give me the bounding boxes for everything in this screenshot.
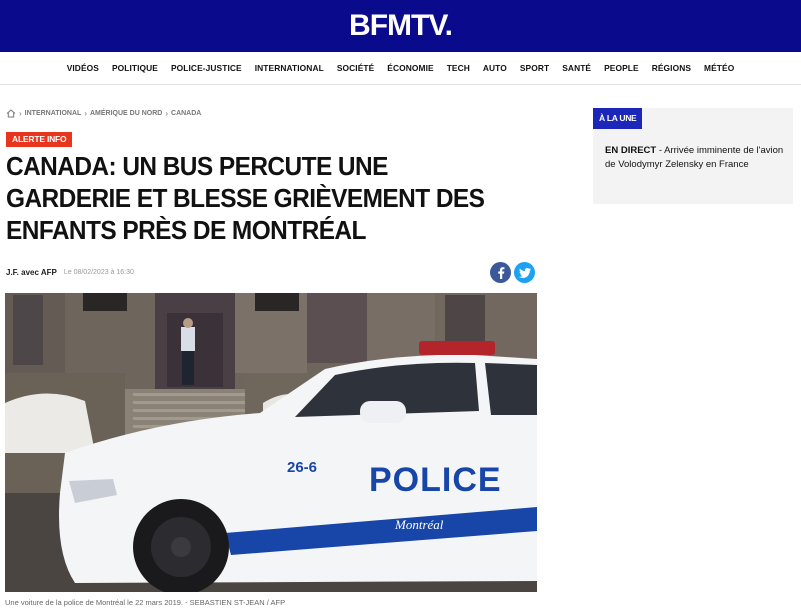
nav-item-people[interactable]: PEOPLE (598, 63, 646, 73)
breadcrumb: › INTERNATIONAL › AMÉRIQUE DU NORD › CAN… (6, 109, 201, 118)
facebook-icon (497, 266, 504, 279)
nav-item-economie[interactable]: ÉCONOMIE (381, 63, 440, 73)
main-nav: VIDÉOS POLITIQUE POLICE-JUSTICE INTERNAT… (0, 52, 801, 85)
facebook-share-button[interactable] (490, 262, 511, 283)
article-byline: J.F. avec AFP Le 08/02/2023 à 16:30 (6, 268, 134, 277)
article-date: Le 08/02/2023 à 16:30 (63, 269, 134, 276)
nav-item-videos[interactable]: VIDÉOS (60, 63, 105, 73)
car-number-text: 26-6 (287, 459, 318, 476)
car-city-text: Montréal (395, 517, 444, 532)
image-caption: Une voiture de la police de Montréal le … (5, 598, 286, 607)
nav-item-sport[interactable]: SPORT (513, 63, 555, 73)
nav-item-meteo[interactable]: MÉTÉO (698, 63, 741, 73)
a-la-une-badge: À LA UNE (593, 108, 643, 129)
site-header: BFMTV. (0, 0, 801, 52)
chevron-right-icon: › (19, 109, 22, 118)
article-author: J.F. avec AFP (6, 268, 57, 277)
home-icon[interactable] (6, 109, 16, 118)
nav-item-politique[interactable]: POLITIQUE (105, 63, 164, 73)
bfmtv-logo[interactable]: BFMTV. (349, 11, 453, 41)
a-la-une-headline[interactable]: EN DIRECT - Arrivée imminente de l'avion… (605, 144, 785, 172)
twitter-share-button[interactable] (514, 262, 535, 283)
alert-info-badge: ALERTE INFO (6, 132, 73, 147)
breadcrumb-item-international[interactable]: INTERNATIONAL (25, 110, 82, 117)
nav-item-sante[interactable]: SANTÉ (556, 63, 598, 73)
car-police-text: POLICE (369, 461, 502, 499)
a-la-une-panel: À LA UNE EN DIRECT - Arrivée imminente d… (593, 108, 793, 204)
nav-item-international[interactable]: INTERNATIONAL (248, 63, 330, 73)
nav-item-tech[interactable]: TECH (440, 63, 476, 73)
article-title: CANADA: UN BUS PERCUTE UNE GARDERIE ET B… (6, 151, 485, 245)
chevron-right-icon: › (165, 109, 169, 118)
nav-item-regions[interactable]: RÉGIONS (645, 63, 697, 73)
nav-item-societe[interactable]: SOCIÉTÉ (330, 63, 380, 73)
chevron-right-icon: › (84, 109, 87, 118)
nav-item-police-justice[interactable]: POLICE-JUSTICE (164, 63, 248, 73)
breadcrumb-item-canada[interactable]: CANADA (171, 110, 201, 117)
breadcrumb-item-amerique-du-nord[interactable]: AMÉRIQUE DU NORD (90, 110, 162, 117)
headline-live-prefix: EN DIRECT (605, 145, 657, 156)
article-image[interactable]: 26-6 POLICE Montréal (5, 293, 537, 592)
nav-item-auto[interactable]: AUTO (476, 63, 513, 73)
share-buttons (490, 262, 535, 283)
twitter-icon (518, 267, 531, 278)
